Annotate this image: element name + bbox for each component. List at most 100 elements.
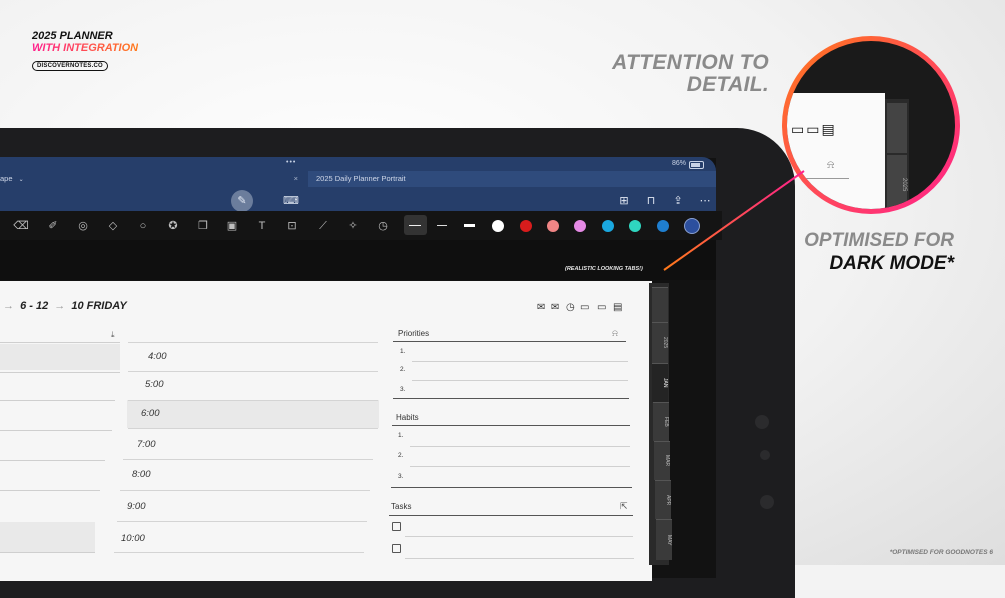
left-row-line (0, 430, 112, 431)
time-row-line (128, 371, 378, 372)
zoom-inner: 2025 ▭▭▤ ⍾ (787, 41, 955, 209)
time-label: 6:00 (141, 408, 160, 419)
text-icon[interactable]: T (254, 218, 270, 234)
color-navy-selected[interactable] (684, 218, 700, 234)
lasso-icon[interactable]: ○ (135, 218, 151, 234)
notes-icon[interactable]: ✉ (537, 302, 545, 313)
breadcrumb-week[interactable]: 6 - 12 (20, 300, 48, 312)
left-row-line (0, 400, 115, 401)
zoom-icons: ▭▭▤ (791, 121, 837, 138)
chevron-down-icon[interactable]: ⌄ (19, 177, 24, 183)
side-tab-apr[interactable]: APR (655, 480, 671, 519)
ruler-icon[interactable]: ⟋ (315, 218, 331, 234)
shape-icon[interactable]: ◇ (105, 218, 121, 234)
status-bar: ••• 86% (0, 158, 716, 170)
clock-icon[interactable]: ◷ (375, 218, 391, 234)
brand-site: DISCOVERNOTES.CO (32, 61, 108, 71)
task-checkbox[interactable] (392, 522, 401, 531)
color-blue[interactable] (657, 220, 669, 232)
color-cyan[interactable] (602, 220, 614, 232)
canvas-dark-area (0, 240, 716, 280)
stroke-medium[interactable] (437, 225, 447, 226)
left-row-line (0, 460, 105, 461)
time-row-line (120, 490, 370, 491)
tab-label: 2025 Daily Planner Portrait (316, 174, 406, 183)
keyboard-icon[interactable]: ⌨ (283, 194, 299, 208)
breadcrumb-day[interactable]: 10 FRIDAY (71, 300, 126, 312)
image-icon[interactable]: ▣ (224, 218, 240, 234)
external-link-icon[interactable]: ⇱ (620, 501, 628, 512)
time-row-line (128, 400, 378, 401)
book-icon: ▭ (791, 121, 807, 137)
print-icon[interactable]: ▤ (613, 302, 622, 313)
task-line[interactable] (405, 536, 633, 537)
zoom-tab-year: 2025 (887, 155, 907, 209)
timer-icon[interactable]: ◷ (566, 302, 575, 313)
task-checkbox[interactable] (392, 544, 401, 553)
battery-percent: 86% (672, 160, 687, 167)
share-icon[interactable]: ⇪ (671, 194, 685, 208)
pen-icon[interactable]: ✎ (235, 194, 249, 208)
tab-strip: ape ⌄ × 2025 Daily Planner Portrait (0, 171, 716, 187)
arrow-icon: → (3, 300, 14, 312)
bookmark-icon[interactable]: ⊓ (644, 194, 658, 208)
time-row-shaded (127, 400, 379, 428)
side-tab-feb[interactable]: FEB (653, 402, 669, 441)
habit-number: 3. (398, 473, 404, 480)
laser-icon[interactable]: ✧ (345, 218, 361, 234)
eraser-icon[interactable]: ⌫ (13, 218, 29, 234)
zoom-tab-top (887, 103, 907, 153)
tab-label: ape (0, 174, 13, 183)
print-icon: ▤ (821, 121, 837, 137)
bell-icon[interactable]: ⍾ (612, 328, 618, 339)
habits-title: Habits (396, 413, 419, 422)
more-icon[interactable]: ⋯ (698, 194, 712, 208)
tab-landscape[interactable]: ape ⌄ × (0, 171, 306, 187)
side-tab-jan[interactable]: JAN (652, 363, 668, 402)
left-row-line (0, 490, 100, 491)
color-pink[interactable] (547, 220, 559, 232)
stroke-thick[interactable] (464, 224, 475, 227)
headline-line-1: ATTENTION TO (612, 51, 769, 74)
camera-icon[interactable]: ⊡ (284, 218, 300, 234)
camera-dot (755, 415, 769, 429)
color-violet[interactable] (574, 220, 586, 232)
add-page-icon[interactable]: ⊞ (617, 194, 631, 208)
download-icon[interactable]: ⤓ (111, 330, 115, 340)
close-icon[interactable]: × (294, 171, 298, 187)
task-line[interactable] (405, 558, 634, 559)
side-tab-may[interactable]: MAY (656, 519, 672, 560)
breadcrumb: → 6 - 12 → 10 FRIDAY (0, 300, 127, 312)
color-teal[interactable] (629, 220, 641, 232)
habit-line[interactable] (410, 446, 630, 447)
priorities-title: Priorities (398, 329, 430, 338)
time-label: 10:00 (121, 533, 145, 544)
time-label: 7:00 (137, 439, 156, 450)
battery-icon (689, 161, 704, 169)
left-row-line (0, 372, 120, 373)
left-row-line (0, 552, 95, 553)
folder-icon[interactable]: ▭ (597, 302, 606, 313)
headline-line-2: DETAIL. (686, 73, 769, 96)
sensor-dot (760, 450, 770, 460)
tape-icon[interactable]: ◎ (75, 218, 91, 234)
mail-icon[interactable]: ✉ (551, 302, 559, 313)
sticker-icon[interactable]: ✪ (165, 218, 181, 234)
book-icon[interactable]: ▭ (580, 302, 589, 313)
time-label: 8:00 (132, 469, 151, 480)
side-tab-year[interactable]: 2025 (652, 322, 668, 363)
priority-line[interactable] (412, 361, 628, 362)
side-tab-mar[interactable]: MAR (654, 441, 670, 480)
tasks-divider (389, 515, 633, 516)
tab-daily-planner[interactable]: 2025 Daily Planner Portrait (308, 171, 716, 187)
side-tab-top[interactable] (652, 287, 668, 322)
color-red[interactable] (520, 220, 532, 232)
elements-icon[interactable]: ❐ (195, 218, 211, 234)
color-white[interactable] (492, 220, 504, 232)
habits-end-line (391, 487, 632, 488)
habit-line[interactable] (410, 466, 630, 467)
multitask-dots[interactable]: ••• (286, 159, 296, 166)
priority-number: 1. (400, 348, 406, 355)
highlighter-icon[interactable]: ✐ (45, 218, 61, 234)
priority-line[interactable] (412, 380, 628, 381)
